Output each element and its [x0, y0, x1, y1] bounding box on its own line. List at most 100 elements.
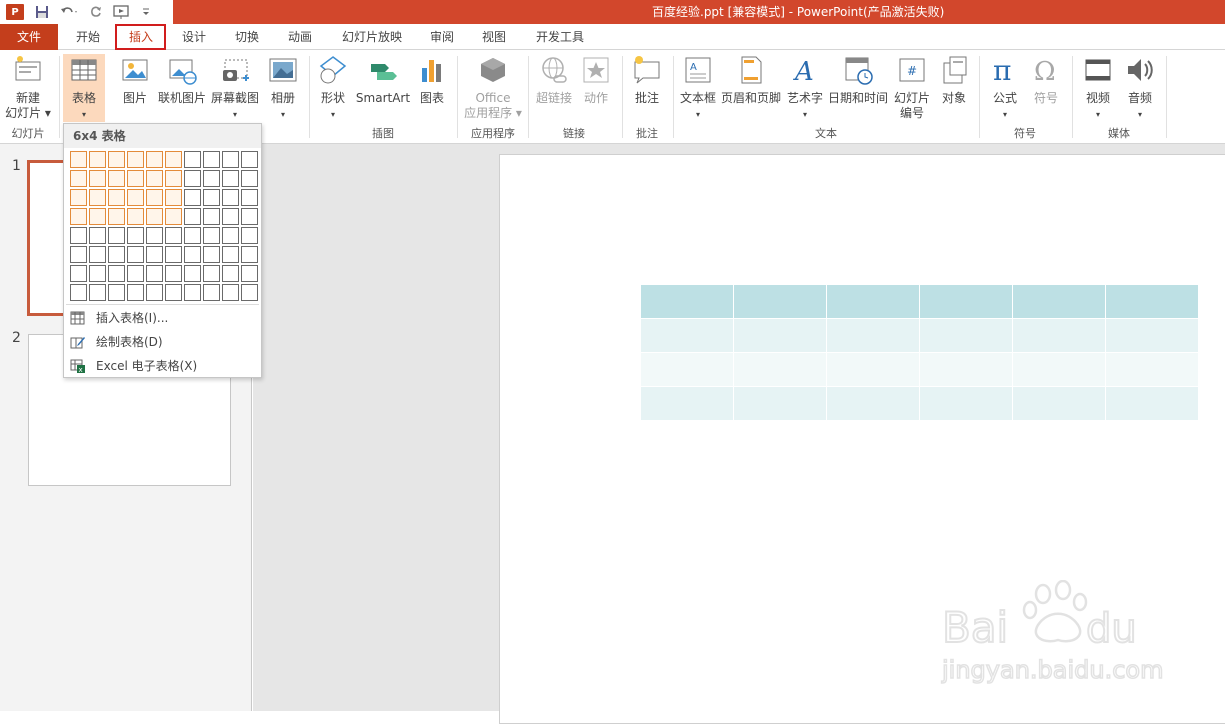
comment-button[interactable]: 批注 — [627, 54, 667, 106]
table-grid-cell[interactable] — [69, 169, 88, 188]
slide-number-button[interactable]: # 幻灯片 编号 — [891, 54, 933, 121]
table-grid-cell[interactable] — [107, 188, 126, 207]
table-grid-cell[interactable] — [240, 188, 259, 207]
table-grid-cell[interactable] — [164, 264, 183, 283]
symbol-button[interactable]: Ω 符号 — [1027, 54, 1065, 106]
table-grid-cell[interactable] — [88, 283, 107, 302]
save-icon[interactable] — [30, 0, 54, 24]
table-grid-cell[interactable] — [202, 169, 221, 188]
table-cell[interactable] — [1012, 352, 1106, 387]
table-grid-cell[interactable] — [69, 264, 88, 283]
table-grid-cell[interactable] — [88, 188, 107, 207]
table-cell[interactable] — [733, 284, 827, 319]
table-grid-cell[interactable] — [221, 264, 240, 283]
shapes-button[interactable]: 形状 ▾ — [313, 54, 353, 122]
table-grid-cell[interactable] — [145, 207, 164, 226]
table-cell[interactable] — [826, 284, 920, 319]
table-cell[interactable] — [1012, 318, 1106, 353]
table-grid-cell[interactable] — [145, 226, 164, 245]
table-grid-cell[interactable] — [88, 169, 107, 188]
table-grid-cell[interactable] — [69, 150, 88, 169]
table-grid-cell[interactable] — [202, 245, 221, 264]
table-cell[interactable] — [919, 284, 1013, 319]
table-grid-cell[interactable] — [164, 150, 183, 169]
tab-9[interactable]: 开发工具 — [525, 24, 595, 50]
table-grid-cell[interactable] — [240, 283, 259, 302]
table-grid-cell[interactable] — [202, 207, 221, 226]
table-grid-cell[interactable] — [107, 226, 126, 245]
new-slide-button[interactable]: 新建 幻灯片 ▾ — [4, 54, 52, 121]
table-grid-cell[interactable] — [164, 188, 183, 207]
table-cell[interactable] — [1105, 352, 1199, 387]
tab-3[interactable]: 设计 — [170, 24, 218, 50]
table-grid-cell[interactable] — [221, 226, 240, 245]
table-cell[interactable] — [640, 284, 734, 319]
online-picture-button[interactable]: 联机图片 — [157, 54, 207, 106]
tab-5[interactable]: 动画 — [276, 24, 324, 50]
table-grid-cell[interactable] — [202, 188, 221, 207]
audio-button[interactable]: 音频 ▾ — [1120, 54, 1160, 122]
table-grid-cell[interactable] — [69, 283, 88, 302]
table-cell[interactable] — [733, 386, 827, 421]
table-grid-cell[interactable] — [221, 150, 240, 169]
table-grid-cell[interactable] — [88, 264, 107, 283]
table-grid-cell[interactable] — [88, 226, 107, 245]
table-grid-cell[interactable] — [202, 226, 221, 245]
table-cell[interactable] — [919, 318, 1013, 353]
tab-6[interactable]: 幻灯片放映 — [333, 24, 411, 50]
table-grid-cell[interactable] — [164, 226, 183, 245]
table-grid-cell[interactable] — [164, 207, 183, 226]
table-grid-cell[interactable] — [145, 150, 164, 169]
chart-button[interactable]: 图表 — [414, 54, 450, 106]
table-grid-cell[interactable] — [107, 150, 126, 169]
smartart-button[interactable]: SmartArt — [355, 54, 411, 106]
table-grid-cell[interactable] — [145, 264, 164, 283]
photo-album-button[interactable]: 相册 ▾ — [264, 54, 302, 122]
office-apps-button[interactable]: Office 应用程序 ▾ — [461, 54, 525, 121]
table-grid-cell[interactable] — [202, 150, 221, 169]
table-cell[interactable] — [1012, 386, 1106, 421]
table-size-grid[interactable] — [69, 150, 259, 302]
table-grid-cell[interactable] — [69, 226, 88, 245]
table-grid-cell[interactable] — [126, 283, 145, 302]
table-cell[interactable] — [1105, 318, 1199, 353]
action-button[interactable]: 动作 — [577, 54, 615, 106]
table-cell[interactable] — [826, 386, 920, 421]
table-grid-cell[interactable] — [88, 245, 107, 264]
table-grid-cell[interactable] — [145, 169, 164, 188]
tab-8[interactable]: 视图 — [470, 24, 518, 50]
table-grid-cell[interactable] — [240, 226, 259, 245]
table-cell[interactable] — [1105, 284, 1199, 319]
screenshot-button[interactable]: 屏幕截图 ▾ — [209, 54, 261, 122]
table-grid-cell[interactable] — [183, 245, 202, 264]
table-grid-cell[interactable] — [183, 207, 202, 226]
tab-1[interactable]: 开始 — [63, 24, 113, 50]
table-grid-cell[interactable] — [164, 169, 183, 188]
table-cell[interactable] — [640, 352, 734, 387]
table-grid-cell[interactable] — [126, 188, 145, 207]
table-grid-cell[interactable] — [126, 207, 145, 226]
table-grid-cell[interactable] — [88, 150, 107, 169]
table-grid-cell[interactable] — [126, 226, 145, 245]
table-grid-cell[interactable] — [221, 188, 240, 207]
table-button[interactable]: 表格 ▾ — [63, 54, 105, 122]
object-button[interactable]: 对象 — [936, 54, 972, 106]
table-grid-cell[interactable] — [164, 283, 183, 302]
table-grid-cell[interactable] — [202, 264, 221, 283]
table-grid-cell[interactable] — [88, 207, 107, 226]
table-cell[interactable] — [1105, 386, 1199, 421]
table-grid-cell[interactable] — [126, 264, 145, 283]
equation-button[interactable]: π 公式 ▾ — [985, 54, 1025, 122]
video-button[interactable]: 视频 ▾ — [1078, 54, 1118, 122]
table-grid-cell[interactable] — [183, 283, 202, 302]
table-grid-cell[interactable] — [69, 207, 88, 226]
table-grid-cell[interactable] — [202, 283, 221, 302]
table-cell[interactable] — [640, 386, 734, 421]
hyperlink-button[interactable]: 超链接 — [533, 54, 575, 106]
table-grid-cell[interactable] — [107, 264, 126, 283]
datetime-button[interactable]: 日期和时间 — [827, 54, 889, 106]
table-grid-cell[interactable] — [107, 207, 126, 226]
tab-4[interactable]: 切换 — [223, 24, 271, 50]
table-grid-cell[interactable] — [126, 245, 145, 264]
menu-draw-table[interactable]: 绘制表格(D) — [64, 330, 261, 354]
